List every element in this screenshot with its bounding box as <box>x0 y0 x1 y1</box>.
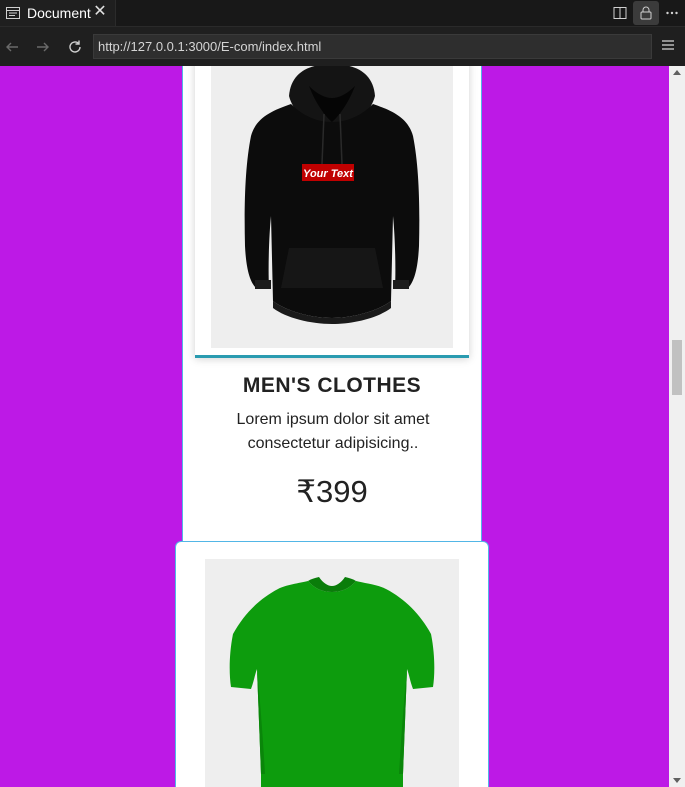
product-description: Lorem ipsum dolor sit amet consectetur a… <box>236 411 430 452</box>
page-viewport: Your Text MEN'S CLOTHES Lorem ipsum dolo… <box>0 66 669 787</box>
vertical-scrollbar[interactable] <box>669 66 685 787</box>
hoodie-print-text: Your Text <box>303 168 354 180</box>
product-price: ₹399 <box>296 474 368 509</box>
tab-title: Document <box>27 5 91 21</box>
back-icon[interactable] <box>1 36 23 58</box>
scroll-down-icon[interactable] <box>673 778 681 783</box>
document-tab-icon <box>6 7 20 19</box>
navigation-bar: http://127.0.0.1:3000/E-com/index.html <box>0 26 685 66</box>
product-image-frame: Your Text <box>195 66 469 356</box>
forward-icon[interactable] <box>32 36 54 58</box>
product-card[interactable] <box>175 541 489 787</box>
hoodie-image: Your Text <box>244 66 420 324</box>
card-divider <box>195 355 469 358</box>
lock-icon[interactable] <box>633 1 659 25</box>
reload-icon[interactable] <box>64 36 86 58</box>
product-title: MEN'S CLOTHES <box>242 374 422 397</box>
tshirt-image <box>229 577 435 787</box>
scrollbar-thumb[interactable] <box>672 340 682 395</box>
menu-icon[interactable] <box>660 37 678 55</box>
tab-document[interactable]: Document ✕ <box>0 0 116 26</box>
split-view-icon[interactable] <box>607 1 633 25</box>
close-icon[interactable]: ✕ <box>92 3 108 21</box>
url-input[interactable]: http://127.0.0.1:3000/E-com/index.html <box>93 34 652 59</box>
scroll-up-icon[interactable] <box>673 70 681 75</box>
product-image <box>205 559 459 787</box>
more-icon[interactable] <box>659 1 685 25</box>
product-card[interactable]: Your Text MEN'S CLOTHES Lorem ipsum dolo… <box>182 66 482 542</box>
product-image: Your Text <box>211 66 453 348</box>
tab-bar: Document ✕ <box>0 0 685 26</box>
tab-actions <box>607 0 685 26</box>
